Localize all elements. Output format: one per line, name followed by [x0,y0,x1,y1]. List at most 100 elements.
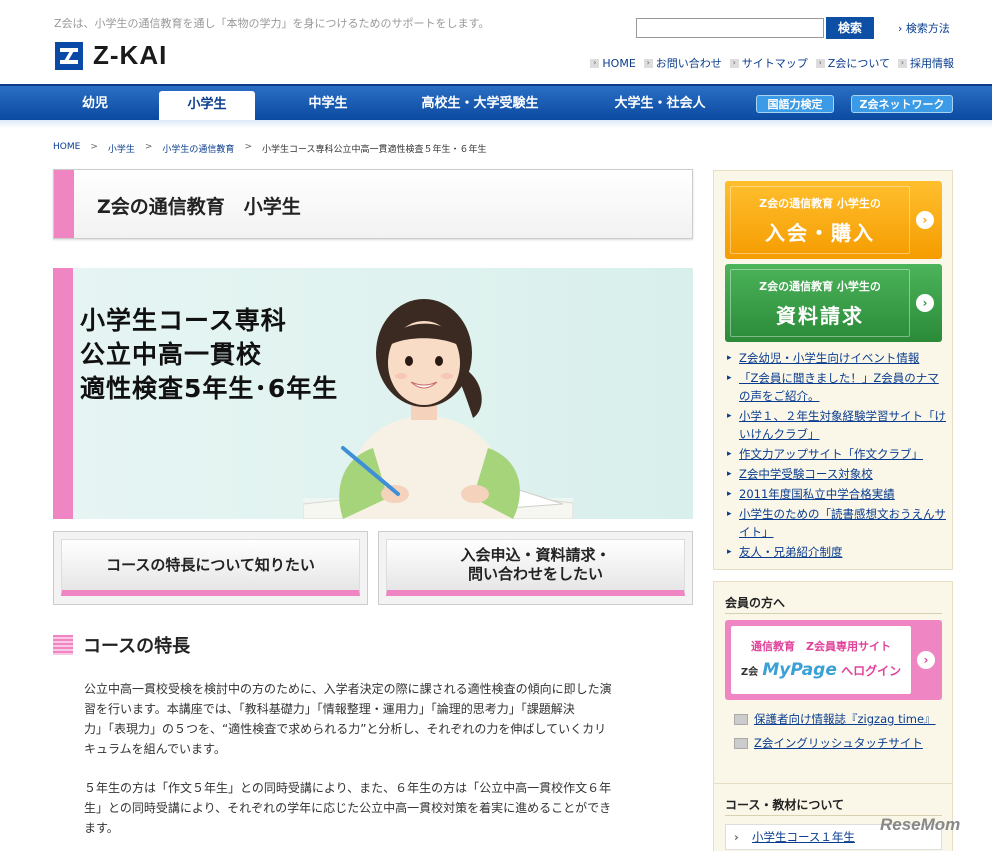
sidebar-link-target-schools[interactable]: Z会中学受験コース対象校 [727,465,949,483]
chevron-right-icon: › [917,651,935,669]
join-purchase-small: Z会の通信教育 小学生の [759,197,881,210]
mypage-logo: MyPage [762,660,837,680]
sidebar-link-results[interactable]: 2011年度国私立中学合格実績 [727,485,949,503]
breadcrumb: HOME > 小学生 > 小学生の通信教育 > 小学生コース専科公立中高一貫適性… [53,142,487,155]
paragraph-line: 習を行います。本講座では、「教科基礎力」「情報整理・運用力」「論理的思考力」「課… [84,702,575,716]
chevron-right-icon: › [916,294,934,312]
hero-line-1: 小学生コース専科 [80,306,287,335]
zkai-logo[interactable]: Z-KAI [55,40,167,71]
sidebar-link-voices[interactable]: 「Z会員に聞きました！」Z会員のナマの声をご紹介。 [727,369,949,405]
cta-apply-contact-button[interactable]: 入会申込・資料請求・ 問い合わせをしたい [386,539,685,596]
chevron-right-icon: › [916,211,934,229]
breadcrumb-home[interactable]: HOME [53,142,80,155]
link-text: Z会幼児・小学生向けイベント情報 [739,351,920,365]
util-link-sitemap[interactable]: サイトマップ [730,55,808,71]
link-text: 保護者向け情報誌『zigzag time』 [754,712,936,726]
paragraph-line: ます。 [84,821,119,835]
courses-heading: コース・教材について [725,798,845,812]
join-purchase-label: 入会・購入 [765,221,875,245]
nav-tab-elementary[interactable]: 小学生 [159,91,255,122]
nav-tab-university[interactable]: 大学生・社会人 [585,90,735,120]
join-purchase-button[interactable]: Z会の通信教育 小学生の 入会・購入 › [725,181,942,259]
page-title: Z会の通信教育 小学生 [97,196,301,218]
paragraph-line: 生」との同時受講により、それぞれの学年に応じた公立中高一貫校対策を着実に進めるこ… [84,801,612,815]
site-header: Z会は、小学生の通信教育を通し「本物の学力」を身につけるためのサポートをします。… [0,0,992,84]
sidebar-link-list: Z会幼児・小学生向けイベント情報 「Z会員に聞きました！」Z会員のナマの声をご紹… [727,349,949,563]
breadcrumb-sep: > [244,142,252,152]
sidebar-link-events[interactable]: Z会幼児・小学生向けイベント情報 [727,349,949,367]
nav-pill-kokugo[interactable]: 国語力検定 [756,95,834,113]
paragraph-line: キュラムを組んでいます。 [84,742,226,756]
cta-apply-contact[interactable]: 入会申込・資料請求・ 問い合わせをしたい [378,531,693,605]
utility-nav: HOME お問い合わせ サイトマップ Z会について 採用情報 [590,55,954,71]
link-text: 友人・兄弟紹介制度 [739,545,843,559]
sidebar-link-sakubun-club[interactable]: 作文力アップサイト「作文クラブ」 [727,445,949,463]
cta-course-features-label: コースの特長について知りたい [106,555,315,574]
cta-course-features-button[interactable]: コースの特長について知りたい [61,539,360,596]
member-link-english-touch[interactable]: Z会イングリッシュタッチサイト [734,734,946,752]
members-heading: 会員の方へ [725,596,786,610]
link-text: 作文力アップサイト「作文クラブ」 [739,447,923,461]
hero-accent-bar [53,268,73,519]
request-materials-small: Z会の通信教育 小学生の [759,280,881,293]
resemom-watermark-logo: ReseMom [880,815,961,834]
cta-apply-line-1: 入会申込・資料請求・ [460,546,611,565]
link-text: 小学生コース１年生 [752,830,855,844]
section-heading-text: コースの特長 [83,636,191,657]
sidebar-panel-members: 会員の方へ 通信教育 Z会員専用サイト Z会 MyPage へログイン › 保護… [713,581,953,791]
sidebar-link-keiken-club[interactable]: 小学１、２年生対象経験学習サイト「けいけんクラブ」 [727,407,949,443]
search-button[interactable]: 検索 [826,17,874,39]
nav-tab-junior-high[interactable]: 中学生 [280,90,376,120]
nav-pill-network[interactable]: Z会ネットワーク [851,95,953,113]
cta-apply-line-2: 問い合わせをしたい [467,565,603,583]
hero-line-3: 適性検査5年生･6年生 [80,374,339,403]
section-paragraph-2: ５年生の方は「作文５年生」との同時受講により、また、６年生の方は「公立中高一貫校… [84,778,664,838]
util-link-about[interactable]: Z会について [816,55,890,71]
nav-tab-high-school[interactable]: 高校生・大学受験生 [400,90,560,120]
sidebar-link-reading[interactable]: 小学生のための「読書感想文おうえんサイト」 [727,505,949,541]
divider [725,613,942,614]
link-text: 小学生のための「読書感想文おうえんサイト」 [739,507,946,539]
member-link-list: 保護者向け情報誌『zigzag time』 Z会イングリッシュタッチサイト [734,710,946,758]
mypage-login-button[interactable]: 通信教育 Z会員専用サイト Z会 MyPage へログイン › [725,620,942,700]
section-paragraph-1: 公立中高一貫校受検を検討中の方のために、入学者決定の際に課される適性検査の傾向に… [84,679,664,759]
breadcrumb-sep: > [90,142,98,152]
logo-text: Z-KAI [93,40,168,70]
site-tagline: Z会は、小学生の通信教育を通し「本物の学力」を身につけるためのサポートをします。 [54,17,490,30]
sidebar-link-referral[interactable]: 友人・兄弟紹介制度 [727,543,949,561]
cta-course-features[interactable]: コースの特長について知りたい [53,531,368,605]
hero-banner: 小学生コース専科 公立中高一貫校 適性検査5年生･6年生 [53,268,693,519]
breadcrumb-correspondence[interactable]: 小学生の通信教育 [162,142,234,155]
util-link-home[interactable]: HOME [590,55,635,71]
request-materials-label: 資料請求 [776,304,864,328]
section-heading: コースの特長 [53,632,190,658]
mypage-login-text: へログイン [841,664,902,678]
member-link-zigzag[interactable]: 保護者向け情報誌『zigzag time』 [734,710,946,728]
mypage-frame: 通信教育 Z会員専用サイト Z会 MyPage へログイン [731,626,911,694]
util-link-recruit[interactable]: 採用情報 [898,55,954,71]
mypage-line-1: 通信教育 Z会員専用サイト [751,640,891,653]
link-text: 小学１、２年生対象経験学習サイト「けいけんクラブ」 [739,409,946,441]
section-heading-icon [53,635,73,655]
sidebar-panel-main: Z会の通信教育 小学生の 入会・購入 › Z会の通信教育 小学生の 資料請求 ›… [713,170,953,570]
nav-tab-infant[interactable]: 幼児 [56,90,134,120]
search-input[interactable] [636,18,824,38]
hero-line-2: 公立中高一貫校 [80,340,263,369]
mypage-zkai: Z会 [740,667,759,678]
link-text: Z会中学受験コース対象校 [739,467,873,481]
search-help-link[interactable]: 検索方法 [898,20,950,36]
mypage-line-2: Z会 MyPage へログイン [731,660,911,680]
link-text: 2011年度国私立中学合格実績 [739,487,895,501]
paragraph-line: 公立中高一貫校受検を検討中の方のために、入学者決定の際に課される適性検査の傾向に… [84,682,612,696]
sidebar: Z会の通信教育 小学生の 入会・購入 › Z会の通信教育 小学生の 資料請求 ›… [713,170,953,791]
breadcrumb-sep: > [144,142,153,152]
util-link-contact[interactable]: お問い合わせ [644,55,722,71]
global-nav: 幼児 小学生 中学生 高校生・大学受験生 大学生・社会人 国語力検定 Z会ネット… [0,84,992,122]
student-girl-illustration [303,299,573,519]
paragraph-line: 力」「表現力」の５つを、“適性検査で求められる力”と分析し、それぞれの力を伸ばし… [84,722,607,736]
breadcrumb-elementary[interactable]: 小学生 [108,142,135,155]
breadcrumb-current: 小学生コース専科公立中高一貫適性検査５年生・６年生 [261,145,487,155]
request-materials-button[interactable]: Z会の通信教育 小学生の 資料請求 › [725,264,942,342]
nav-underbar [0,120,992,128]
zkai-logo-icon [55,41,83,70]
